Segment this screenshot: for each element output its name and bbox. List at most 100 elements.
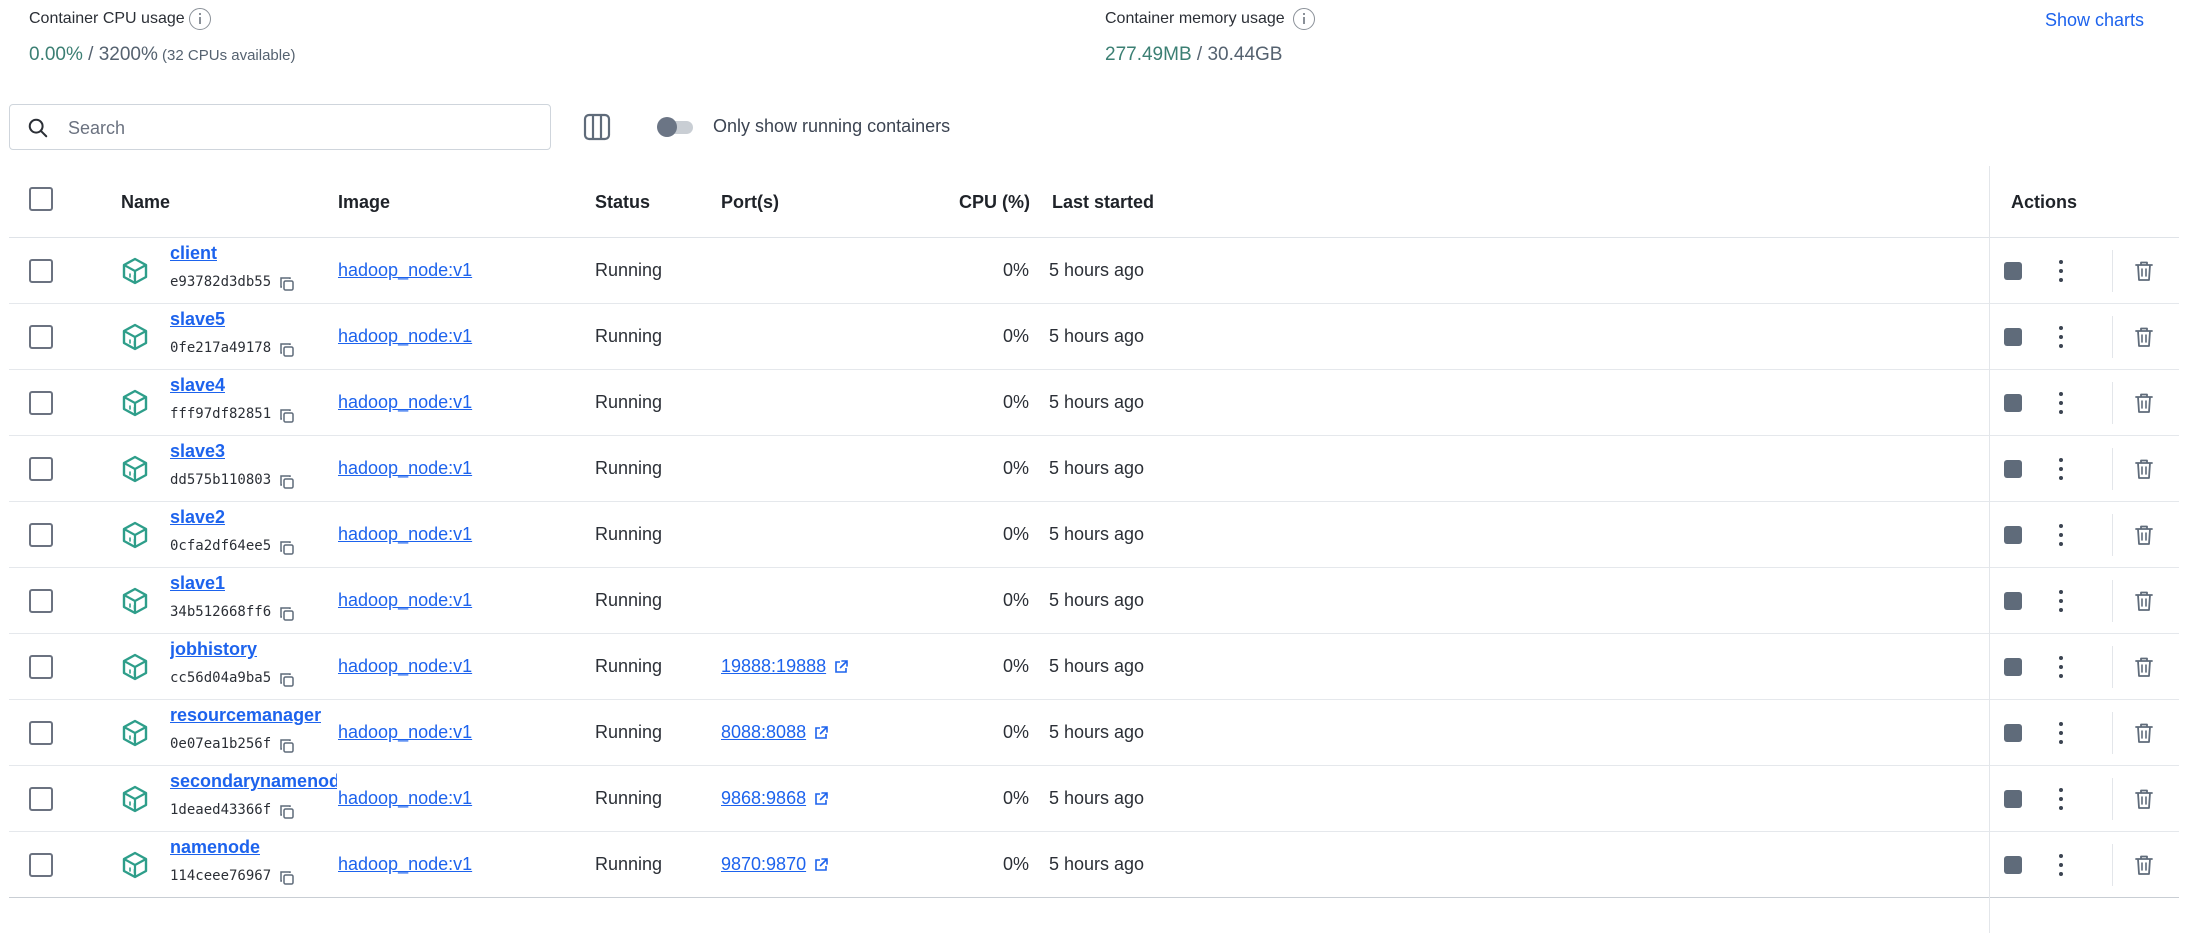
container-image-link[interactable]: hadoop_node:v1 (338, 326, 472, 347)
container-name-link[interactable]: slave1 (170, 573, 225, 594)
stop-button[interactable] (2002, 656, 2024, 678)
table-row[interactable]: jobhistory cc56d04a9ba5 hadoop_node:v1 Runn… (9, 634, 2179, 700)
row-select-checkbox[interactable] (29, 325, 53, 349)
container-name-link[interactable]: slave2 (170, 507, 225, 528)
more-actions-button[interactable] (2049, 850, 2073, 880)
memory-info-icon[interactable] (1293, 8, 1315, 30)
show-charts-button[interactable]: Show charts (2045, 10, 2144, 31)
container-image-link[interactable]: hadoop_node:v1 (338, 656, 472, 677)
stop-button[interactable] (2002, 854, 2024, 876)
trash-icon[interactable] (2132, 259, 2156, 283)
row-select-checkbox[interactable] (29, 721, 53, 745)
header-name[interactable]: Name (121, 192, 170, 213)
copy-icon[interactable] (279, 870, 295, 886)
container-image-link[interactable]: hadoop_node:v1 (338, 392, 472, 413)
more-actions-button[interactable] (2049, 718, 2073, 748)
table-row[interactable]: namenode 114ceee76967 hadoop_node:v1 Runnin… (9, 832, 2179, 898)
table-row[interactable]: resourcemanager 0e07ea1b256f hadoop_node:v… (9, 700, 2179, 766)
more-actions-button[interactable] (2049, 652, 2073, 682)
header-last-started[interactable]: Last started (1052, 192, 1154, 213)
container-image-link[interactable]: hadoop_node:v1 (338, 524, 472, 545)
more-actions-button[interactable] (2049, 322, 2073, 352)
container-port-link[interactable]: 9868:9868 (721, 788, 806, 809)
container-image-link[interactable]: hadoop_node:v1 (338, 458, 472, 479)
copy-icon[interactable] (279, 606, 295, 622)
container-image-link[interactable]: hadoop_node:v1 (338, 590, 472, 611)
container-name-link[interactable]: jobhistory (170, 639, 257, 660)
copy-icon[interactable] (279, 738, 295, 754)
trash-icon[interactable] (2132, 457, 2156, 481)
row-select-checkbox[interactable] (29, 259, 53, 283)
table-row[interactable]: slave5 0fe217a49178 hadoop_node:v1 Running 0… (9, 304, 2179, 370)
row-select-checkbox[interactable] (29, 787, 53, 811)
external-link-icon[interactable] (813, 857, 829, 873)
more-actions-button[interactable] (2049, 454, 2073, 484)
copy-icon[interactable] (279, 672, 295, 688)
table-row[interactable]: slave4 fff97df82851 hadoop_node:v1 Running 0… (9, 370, 2179, 436)
copy-icon[interactable] (279, 276, 295, 292)
container-name-link[interactable]: slave4 (170, 375, 225, 396)
stop-button[interactable] (2002, 260, 2024, 282)
trash-icon[interactable] (2132, 787, 2156, 811)
row-select-checkbox[interactable] (29, 589, 53, 613)
copy-icon[interactable] (279, 540, 295, 556)
table-row[interactable]: slave1 34b512668ff6 hadoop_node:v1 Running 0… (9, 568, 2179, 634)
table-row[interactable]: client e93782d3db55 hadoop_node:v1 Running 0… (9, 238, 2179, 304)
table-row[interactable]: secondarynamenode 1deaed43366f hadoop_node… (9, 766, 2179, 832)
stop-button[interactable] (2002, 722, 2024, 744)
container-name-link[interactable]: client (170, 243, 217, 264)
stop-button[interactable] (2002, 326, 2024, 348)
container-name-link[interactable]: slave5 (170, 309, 225, 330)
row-select-checkbox[interactable] (29, 457, 53, 481)
select-all-checkbox[interactable] (29, 187, 53, 211)
trash-icon[interactable] (2132, 325, 2156, 349)
external-link-icon[interactable] (833, 659, 849, 675)
copy-icon[interactable] (279, 342, 295, 358)
stop-button[interactable] (2002, 590, 2024, 612)
stop-button[interactable] (2002, 392, 2024, 414)
container-image-link[interactable]: hadoop_node:v1 (338, 854, 472, 875)
external-link-icon[interactable] (813, 725, 829, 741)
external-link-icon[interactable] (813, 791, 829, 807)
copy-icon[interactable] (279, 408, 295, 424)
row-select-checkbox[interactable] (29, 655, 53, 679)
container-image-link[interactable]: hadoop_node:v1 (338, 788, 472, 809)
trash-icon[interactable] (2132, 391, 2156, 415)
row-select-checkbox[interactable] (29, 853, 53, 877)
more-actions-button[interactable] (2049, 520, 2073, 550)
more-actions-button[interactable] (2049, 586, 2073, 616)
more-actions-button[interactable] (2049, 388, 2073, 418)
trash-icon[interactable] (2132, 655, 2156, 679)
trash-icon[interactable] (2132, 853, 2156, 877)
container-image-link[interactable]: hadoop_node:v1 (338, 260, 472, 281)
table-row[interactable]: slave3 dd575b110803 hadoop_node:v1 Running 0… (9, 436, 2179, 502)
header-ports[interactable]: Port(s) (721, 192, 779, 213)
stop-button[interactable] (2002, 788, 2024, 810)
container-image-link[interactable]: hadoop_node:v1 (338, 722, 472, 743)
copy-icon[interactable] (279, 474, 295, 490)
container-name-link[interactable]: resourcemanager (170, 705, 321, 726)
table-row[interactable]: slave2 0cfa2df64ee5 hadoop_node:v1 Running 0… (9, 502, 2179, 568)
copy-icon[interactable] (279, 804, 295, 820)
stop-button[interactable] (2002, 458, 2024, 480)
trash-icon[interactable] (2132, 589, 2156, 613)
container-name-link[interactable]: secondarynamenode (170, 771, 337, 792)
row-select-checkbox[interactable] (29, 523, 53, 547)
header-status[interactable]: Status (595, 192, 650, 213)
trash-icon[interactable] (2132, 523, 2156, 547)
container-port-link[interactable]: 19888:19888 (721, 656, 826, 677)
more-actions-button[interactable] (2049, 784, 2073, 814)
columns-icon[interactable] (582, 112, 612, 142)
container-name-link[interactable]: slave3 (170, 441, 225, 462)
more-actions-button[interactable] (2049, 256, 2073, 286)
header-image[interactable]: Image (338, 192, 390, 213)
container-port-link[interactable]: 8088:8088 (721, 722, 806, 743)
search-input[interactable] (66, 105, 540, 151)
stop-button[interactable] (2002, 524, 2024, 546)
cpu-info-icon[interactable] (189, 8, 211, 30)
search-box[interactable] (9, 104, 551, 151)
container-port-link[interactable]: 9870:9870 (721, 854, 806, 875)
row-select-checkbox[interactable] (29, 391, 53, 415)
trash-icon[interactable] (2132, 721, 2156, 745)
running-only-toggle[interactable] (657, 117, 695, 137)
